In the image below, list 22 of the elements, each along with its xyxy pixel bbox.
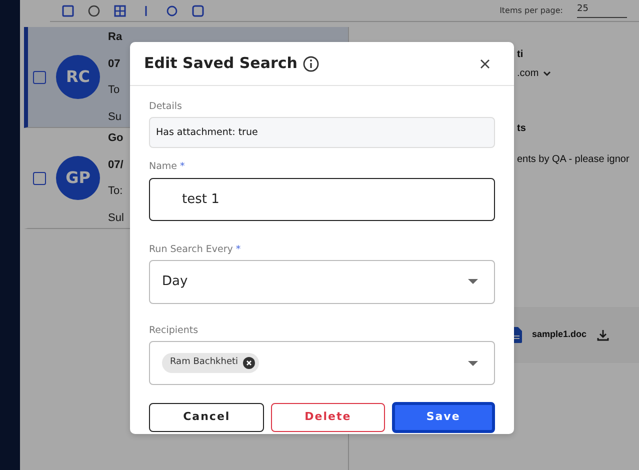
message-date: 07 — [108, 56, 122, 72]
field-label: Name * — [149, 160, 186, 174]
sender-name: Go — [108, 131, 124, 146]
sender-name: ti — [517, 48, 524, 62]
sender-name: Ra — [108, 30, 122, 45]
subject-line: Su — [108, 110, 122, 124]
section-title: ts — [517, 122, 527, 136]
avatar: RC — [56, 55, 100, 99]
recipient-line: To — [108, 83, 121, 98]
field-label: Recipients — [149, 324, 200, 338]
dialog-title: Edit Saved Search — [144, 53, 298, 74]
field-label: Details — [149, 100, 183, 114]
message-body: ents by QA - please ignor — [517, 153, 630, 167]
items-per-page-label: Items per page: — [500, 4, 563, 16]
attachment-name: sample1.doc — [532, 328, 587, 342]
field-label: Run Search Every * — [149, 242, 242, 256]
email-address: .com — [517, 67, 539, 81]
message-date: 07/ — [108, 158, 124, 172]
subject-line: Sul — [108, 210, 124, 226]
avatar: GP — [56, 156, 100, 200]
details-field: Has attachment: true — [149, 117, 495, 148]
recipient-line: To: — [108, 184, 124, 199]
